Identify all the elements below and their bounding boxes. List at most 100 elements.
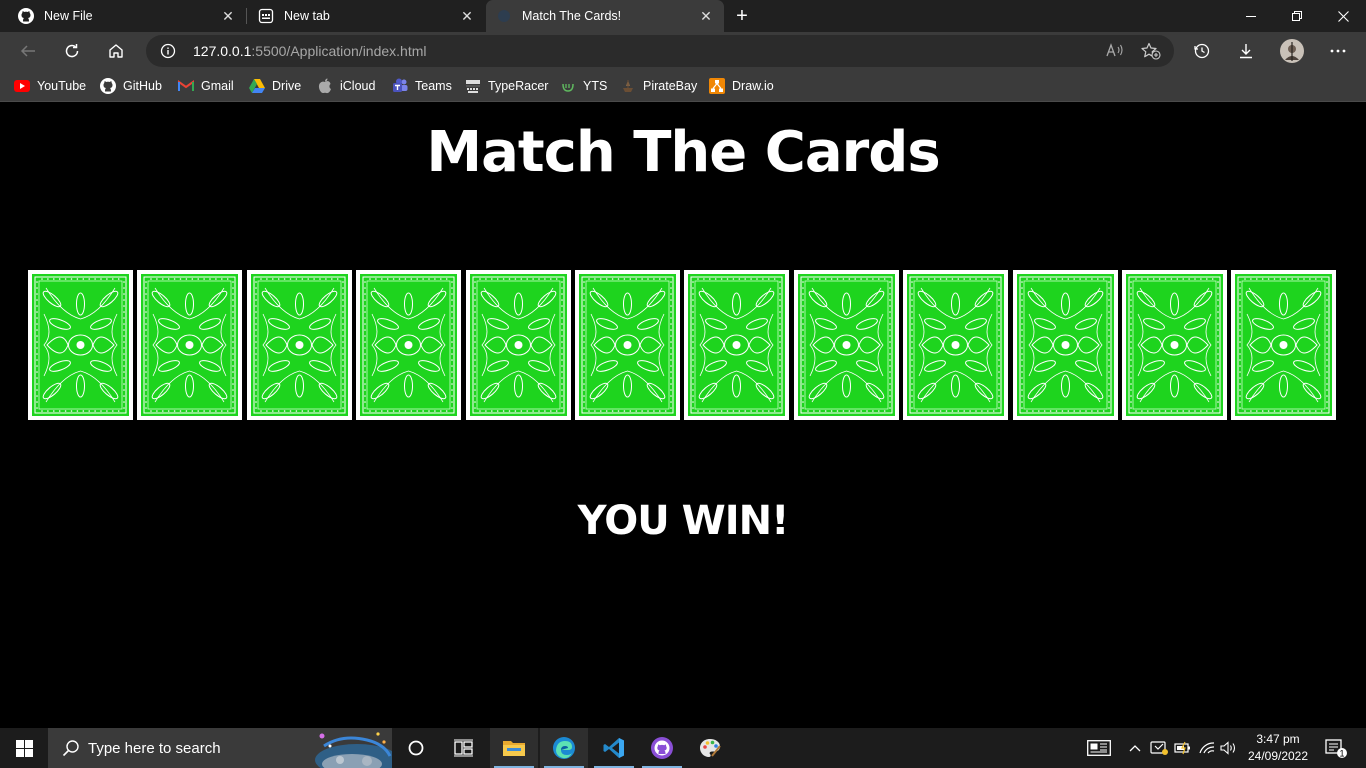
- action-center-button[interactable]: 1: [1318, 728, 1354, 768]
- vscode-taskbar-button[interactable]: [590, 728, 638, 768]
- notification-icon: 1: [1325, 739, 1347, 759]
- avatar: [1280, 39, 1304, 63]
- github-desktop-taskbar-button[interactable]: [638, 728, 686, 768]
- close-window-button[interactable]: [1320, 0, 1366, 32]
- bookmark-drawio[interactable]: Draw.io: [709, 76, 774, 96]
- back-button[interactable]: [13, 36, 43, 66]
- page-content: Match The Cards YOU WIN!: [0, 103, 1366, 728]
- card-back[interactable]: [1231, 270, 1336, 420]
- card-back[interactable]: [137, 270, 242, 420]
- cortana-button[interactable]: [392, 728, 440, 768]
- bookmark-youtube[interactable]: YouTube: [14, 76, 86, 96]
- page-icon: [496, 8, 512, 24]
- card-back[interactable]: [575, 270, 680, 420]
- card-back[interactable]: [28, 270, 133, 420]
- card-back[interactable]: [1122, 270, 1227, 420]
- start-button[interactable]: [0, 728, 48, 768]
- history-icon: [1194, 43, 1210, 59]
- paint-taskbar-button[interactable]: [686, 728, 734, 768]
- wifi-button[interactable]: [1196, 728, 1218, 768]
- bookmark-label: Teams: [415, 79, 452, 93]
- windows-logo-icon: [15, 739, 33, 757]
- read-aloud-button[interactable]: [1100, 36, 1130, 66]
- drawio-icon: [709, 78, 725, 94]
- card-back[interactable]: [247, 270, 352, 420]
- restore-button[interactable]: [1274, 0, 1320, 32]
- volume-button[interactable]: [1218, 728, 1240, 768]
- bookmark-label: iCloud: [340, 79, 376, 93]
- tab-new-tab[interactable]: New tab ✕: [247, 0, 485, 32]
- github-desktop-icon: [651, 737, 673, 759]
- tab-match-the-cards[interactable]: Match The Cards! ✕: [486, 0, 724, 32]
- taskbar-clock[interactable]: 3:47 pm 24/09/2022: [1240, 731, 1316, 765]
- card-back[interactable]: [684, 270, 789, 420]
- bookmark-typeracer[interactable]: TypeRacer: [465, 76, 548, 96]
- card-back[interactable]: [466, 270, 571, 420]
- clock-date: 24/09/2022: [1247, 749, 1309, 763]
- bookmark-icloud[interactable]: iCloud: [317, 76, 375, 96]
- url-path: :5500/Application/index.html: [251, 43, 427, 59]
- minimize-button[interactable]: [1228, 0, 1274, 32]
- restore-icon: [1292, 11, 1302, 21]
- add-favorite-button[interactable]: [1136, 36, 1166, 66]
- bookmark-github[interactable]: GitHub: [100, 76, 162, 96]
- search-icon: [62, 740, 79, 757]
- github-icon: [100, 78, 116, 94]
- news-icon: [1087, 740, 1111, 756]
- task-view-button[interactable]: [440, 728, 488, 768]
- profile-button[interactable]: [1277, 36, 1307, 66]
- bookmark-label: PirateBay: [643, 79, 698, 93]
- site-info-icon[interactable]: [160, 43, 176, 59]
- show-hidden-icons-button[interactable]: [1124, 728, 1146, 768]
- card-back-pattern: [1017, 274, 1114, 416]
- read-aloud-icon: [1106, 43, 1123, 57]
- windows-taskbar: Type here to search 3:47 pm 24/09/2022 1: [0, 728, 1366, 768]
- bookmark-drive[interactable]: Drive: [249, 76, 301, 96]
- home-button[interactable]: [101, 36, 131, 66]
- battery-button[interactable]: [1172, 728, 1194, 768]
- history-button[interactable]: [1187, 36, 1217, 66]
- tab-close-icon[interactable]: ✕: [216, 4, 240, 28]
- card-back-pattern: [470, 274, 567, 416]
- refresh-button[interactable]: [57, 36, 87, 66]
- settings-more-button[interactable]: [1323, 36, 1353, 66]
- file-explorer-taskbar-button[interactable]: [490, 728, 538, 768]
- edge-taskbar-button[interactable]: [540, 728, 588, 768]
- gmail-icon: [178, 78, 194, 94]
- card-back[interactable]: [1013, 270, 1118, 420]
- card-back-pattern: [32, 274, 129, 416]
- card-back-pattern: [688, 274, 785, 416]
- bookmark-label: Drive: [272, 79, 302, 93]
- tab-title: New File: [44, 9, 93, 23]
- tab-close-icon[interactable]: ✕: [694, 4, 718, 28]
- tray-app-button[interactable]: [1148, 728, 1170, 768]
- bookmark-piratebay[interactable]: PirateBay: [620, 76, 697, 96]
- close-icon: [1337, 10, 1349, 22]
- card-back-pattern: [907, 274, 1004, 416]
- cortana-circle-icon: [408, 740, 424, 756]
- minimize-icon: [1246, 16, 1256, 17]
- card-back[interactable]: [903, 270, 1008, 420]
- bookmark-label: Gmail: [201, 79, 234, 93]
- battery-icon: [1174, 741, 1190, 755]
- address-bar[interactable]: 127.0.0.1:5500/Application/index.html: [146, 35, 1174, 67]
- browser-tab-strip: New File ✕ New tab ✕ Match The Cards! ✕ …: [0, 0, 1366, 32]
- news-widget-button[interactable]: [1084, 728, 1114, 768]
- tab-new-file[interactable]: New File ✕: [0, 0, 246, 32]
- tab-close-icon[interactable]: ✕: [455, 4, 479, 28]
- bookmark-label: Draw.io: [732, 79, 774, 93]
- card-back-pattern: [251, 274, 348, 416]
- bookmark-teams[interactable]: Teams: [392, 76, 452, 96]
- card-back[interactable]: [794, 270, 899, 420]
- search-placeholder: Type here to search: [88, 739, 221, 757]
- card-back-pattern: [1126, 274, 1223, 416]
- new-tab-button[interactable]: +: [730, 4, 754, 28]
- card-back-pattern: [141, 274, 238, 416]
- card-back[interactable]: [356, 270, 461, 420]
- taskbar-search-box[interactable]: Type here to search: [48, 728, 392, 768]
- downloads-button[interactable]: [1231, 36, 1261, 66]
- bookmark-label: YTS: [583, 79, 608, 93]
- bookmark-gmail[interactable]: Gmail: [178, 76, 234, 96]
- vscode-icon: [603, 738, 624, 758]
- bookmark-yts[interactable]: YTS: [560, 76, 607, 96]
